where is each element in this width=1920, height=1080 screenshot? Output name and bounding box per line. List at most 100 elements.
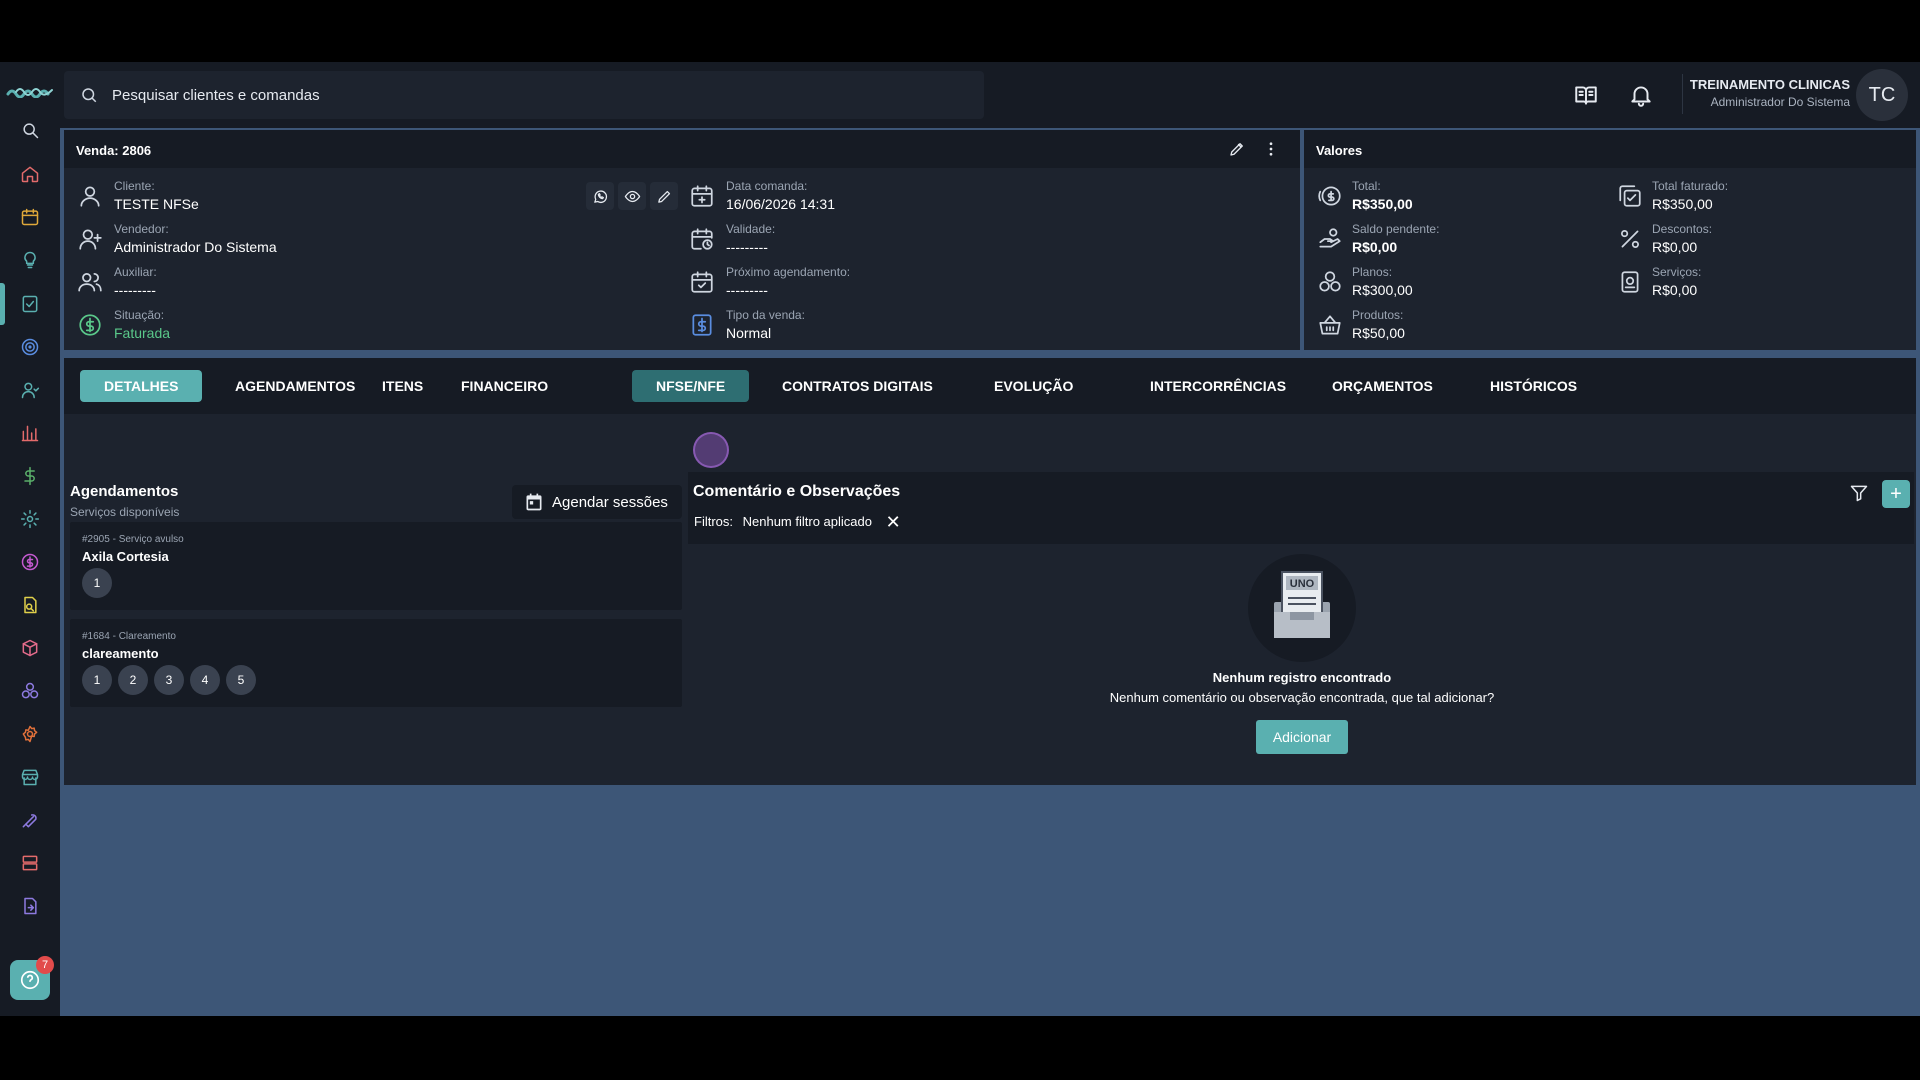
tab-nfse-nfe[interactable]: NFSE/NFE xyxy=(632,370,750,402)
basket-icon xyxy=(1317,312,1343,338)
field-descontos: Descontos: R$0,00 xyxy=(1652,222,1712,255)
agendamentos-subtitle: Serviços disponíveis xyxy=(70,505,180,519)
descontos-value: R$0,00 xyxy=(1652,239,1698,255)
calendar-plus-icon xyxy=(689,183,715,209)
tab-orcamentos[interactable]: ORÇAMENTOS xyxy=(1308,370,1457,402)
descontos-label: Descontos: xyxy=(1652,222,1713,236)
session-chip[interactable]: 5 xyxy=(226,665,256,695)
tab-agendamentos[interactable]: AGENDAMENTOS xyxy=(211,370,379,402)
money-clock-icon xyxy=(1317,183,1343,209)
field-vendedor: Vendedor: Administrador Do Sistema xyxy=(114,222,277,255)
coin-icon[interactable] xyxy=(18,550,42,574)
field-produtos: Produtos: R$50,00 xyxy=(1352,308,1405,341)
calendar-clock-icon xyxy=(689,226,715,252)
home-icon[interactable] xyxy=(18,162,42,186)
filters-label: Filtros: xyxy=(694,513,733,529)
sale-card: Venda: 2806 Cliente: TESTE NFSe Vendedor… xyxy=(64,130,1300,350)
reports-chart-icon[interactable] xyxy=(18,421,42,445)
tipo-label: Tipo da venda: xyxy=(726,308,805,322)
plans-cubes-icon[interactable] xyxy=(18,679,42,703)
field-situacao: Situação: Faturada xyxy=(114,308,170,341)
store-icon[interactable] xyxy=(18,765,42,789)
sidebar: 7 xyxy=(0,62,60,1016)
target-icon[interactable] xyxy=(18,335,42,359)
search-input[interactable] xyxy=(112,71,972,119)
lightbulb-icon[interactable] xyxy=(18,248,42,272)
app-logo[interactable] xyxy=(6,84,54,98)
tab-detalhes[interactable]: DETALHES xyxy=(80,370,203,402)
field-validade: Validade: --------- xyxy=(726,222,775,255)
tab-historicos[interactable]: HISTÓRICOS xyxy=(1466,370,1601,402)
calendar-check-icon xyxy=(689,269,715,295)
avatar[interactable]: TC xyxy=(1856,69,1908,121)
user-name: TREINAMENTO CLINICAS xyxy=(1689,77,1850,92)
agendar-sessoes-button[interactable]: Agendar sessões xyxy=(512,485,682,519)
empty-state-illustration: UNO xyxy=(1248,554,1356,662)
session-chip[interactable]: 4 xyxy=(190,665,220,695)
notification-bell-icon[interactable] xyxy=(1628,82,1654,108)
package-icon[interactable] xyxy=(18,636,42,660)
filter-icon[interactable] xyxy=(1849,483,1871,505)
planos-value: R$300,00 xyxy=(1352,282,1413,298)
settings-gear-icon[interactable] xyxy=(18,507,42,531)
tab-financeiro[interactable]: FINANCEIRO xyxy=(437,370,572,402)
servicos-label: Serviços: xyxy=(1652,265,1702,279)
pencil-icon xyxy=(657,190,670,203)
clear-filter-close-icon[interactable]: ✕ xyxy=(886,512,901,533)
total-value: R$350,00 xyxy=(1352,196,1413,212)
cliente-value: TESTE NFSe xyxy=(114,196,199,212)
help-question-icon xyxy=(20,970,40,990)
session-chip[interactable]: 2 xyxy=(118,665,148,695)
auxiliar-label: Auxiliar: xyxy=(114,265,157,279)
service-item: #1684 - Clareamento clareamento 1 2 3 4 … xyxy=(70,619,682,707)
service-code: #1684 - Clareamento xyxy=(82,631,176,642)
tab-contratos-digitais[interactable]: CONTRATOS DIGITAIS xyxy=(758,370,957,402)
more-vertical-icon[interactable] xyxy=(1262,140,1280,161)
dollar-icon[interactable] xyxy=(18,464,42,488)
field-proximo-agendamento: Próximo agendamento: --------- xyxy=(726,265,850,298)
whatsapp-icon xyxy=(593,189,607,203)
document-search-icon[interactable] xyxy=(18,593,42,617)
session-chip[interactable]: 1 xyxy=(82,665,112,695)
saldo-value: R$0,00 xyxy=(1352,239,1398,255)
tab-intercorrencias[interactable]: INTERCORRÊNCIAS xyxy=(1126,370,1310,402)
search-bar[interactable] xyxy=(64,71,984,119)
field-servicos: Serviços: R$0,00 xyxy=(1652,265,1701,298)
saldo-label: Saldo pendente: xyxy=(1352,222,1440,236)
service-code: #2905 - Serviço avulso xyxy=(82,534,184,545)
server-icon[interactable] xyxy=(18,851,42,875)
view-client-button[interactable] xyxy=(618,182,646,210)
proximo-label: Próximo agendamento: xyxy=(726,265,851,279)
tab-itens[interactable]: ITENS xyxy=(358,370,447,402)
calendar-icon[interactable] xyxy=(18,205,42,229)
edit-sale-pencil-icon[interactable] xyxy=(1228,140,1246,161)
adicionar-button[interactable]: Adicionar xyxy=(1256,720,1348,754)
field-total: Total: R$350,00 xyxy=(1352,179,1413,212)
edit-client-button[interactable] xyxy=(650,182,678,210)
session-chip[interactable]: 1 xyxy=(82,568,112,598)
session-chip[interactable]: 3 xyxy=(154,665,184,695)
service-item: #2905 - Serviço avulso Axila Cortesia 1 xyxy=(70,522,682,610)
sidebar-search-icon[interactable] xyxy=(18,118,42,142)
tab-evolucao[interactable]: EVOLUÇÃO xyxy=(970,370,1097,402)
situacao-label: Situação: xyxy=(114,308,165,322)
whatsapp-button[interactable] xyxy=(586,182,614,210)
file-export-icon[interactable] xyxy=(18,894,42,918)
faturado-label: Total faturado: xyxy=(1652,179,1729,193)
produtos-label: Produtos: xyxy=(1352,308,1404,322)
agendar-sessoes-label: Agendar sessões xyxy=(552,493,668,511)
user-icon xyxy=(77,183,103,209)
sales-checklist-icon[interactable] xyxy=(18,292,42,316)
add-comment-plus-button[interactable]: + xyxy=(1882,480,1910,508)
config-cog-icon[interactable] xyxy=(18,722,42,746)
vendedor-value: Administrador Do Sistema xyxy=(114,239,277,255)
valores-title: Valores xyxy=(1316,143,1363,158)
filters-value: Nenhum filtro aplicado xyxy=(742,513,872,529)
data-comanda-value: 16/06/2026 14:31 xyxy=(726,196,835,212)
help-notification-badge: 7 xyxy=(36,956,54,974)
book-open-icon[interactable] xyxy=(1573,82,1599,108)
users-icon[interactable] xyxy=(18,378,42,402)
tools-wrench-icon[interactable] xyxy=(18,808,42,832)
agendamentos-title: Agendamentos xyxy=(70,483,179,500)
data-comanda-label: Data comanda: xyxy=(726,179,808,193)
